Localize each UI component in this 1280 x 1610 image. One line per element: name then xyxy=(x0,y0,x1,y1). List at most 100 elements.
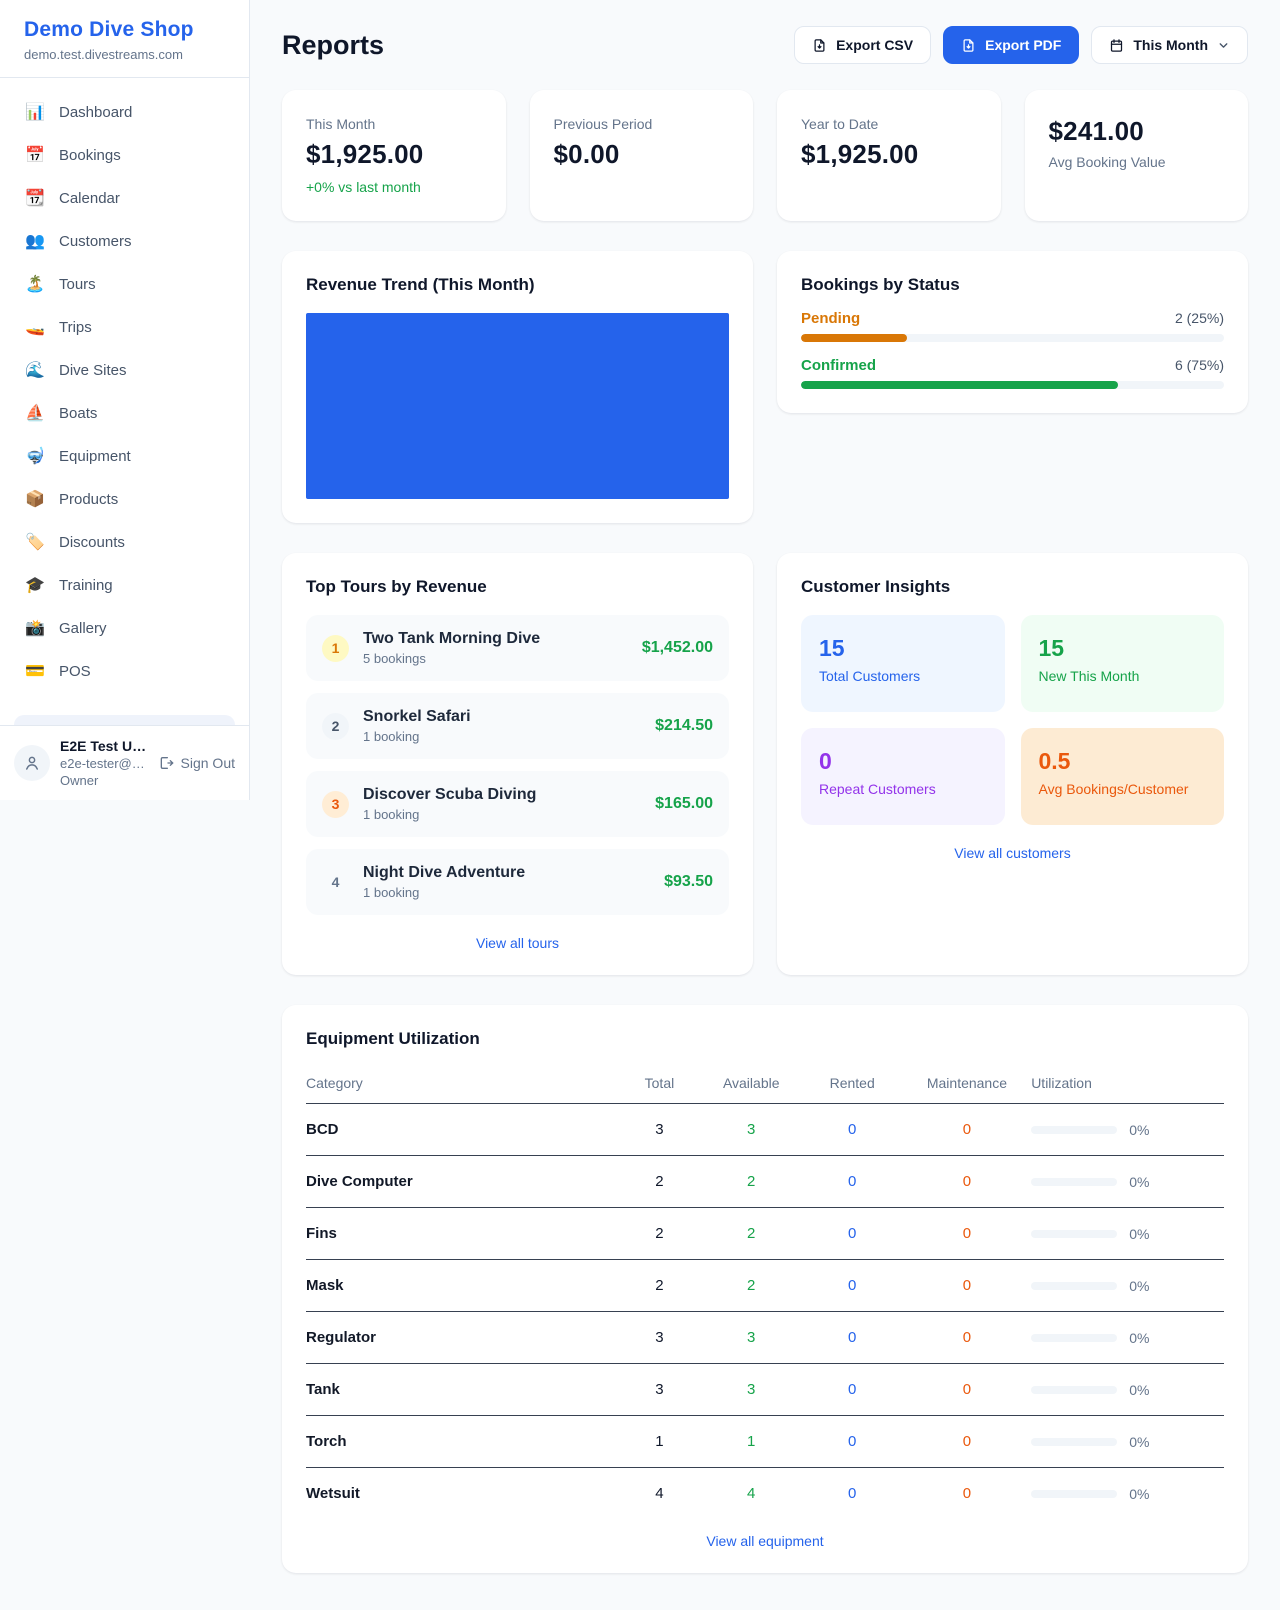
sidebar-item-trips[interactable]: 🚤 Trips xyxy=(12,309,237,345)
sidebar-item-tours[interactable]: 🏝️ Tours xyxy=(12,266,237,302)
sidebar-item-dashboard[interactable]: 📊 Dashboard xyxy=(12,94,237,130)
sidebar-nav: 📊 Dashboard 📅 Bookings 📆 Calendar 👥 Cust… xyxy=(0,78,249,725)
sidebar-item-bookings[interactable]: 📅 Bookings xyxy=(12,137,237,173)
products-icon: 📦 xyxy=(24,489,46,509)
status-bar-track xyxy=(801,334,1224,342)
sidebar-item-products[interactable]: 📦 Products xyxy=(12,481,237,517)
cell-rented: 0 xyxy=(802,1364,903,1416)
sidebar-item-label: Dive Sites xyxy=(59,362,127,379)
tours-icon: 🏝️ xyxy=(24,274,46,294)
stat-card-avg-booking-value: $241.00 Avg Booking Value xyxy=(1025,90,1249,221)
utilization-bar xyxy=(1031,1230,1117,1238)
cell-total: 3 xyxy=(618,1104,701,1156)
cell-rented: 0 xyxy=(802,1260,903,1312)
cell-available: 2 xyxy=(701,1208,802,1260)
cell-available: 3 xyxy=(701,1364,802,1416)
period-label: This Month xyxy=(1133,37,1208,53)
panel-title: Top Tours by Revenue xyxy=(306,577,729,597)
sign-out-button[interactable]: Sign Out xyxy=(158,755,235,771)
cell-category: Tank xyxy=(306,1364,618,1416)
export-pdf-button[interactable]: Export PDF xyxy=(943,26,1079,64)
sign-out-label: Sign Out xyxy=(181,755,235,771)
stat-card-previous-period: Previous Period $0.00 xyxy=(530,90,754,221)
stat-value: $1,925.00 xyxy=(306,139,482,170)
sidebar-item-equipment[interactable]: 🤿 Equipment xyxy=(12,438,237,474)
user-info: E2E Test U… e2e-tester@… Owner xyxy=(60,738,146,788)
sidebar-user-footer: E2E Test U… e2e-tester@… Owner Sign Out xyxy=(0,725,249,800)
rank-badge: 1 xyxy=(322,635,349,662)
insight-label: Avg Bookings/Customer xyxy=(1039,781,1207,797)
tour-name: Night Dive Adventure xyxy=(363,864,650,882)
sidebar-item-training[interactable]: 🎓 Training xyxy=(12,567,237,603)
page-header: Reports Export CSV Export PDF This Month xyxy=(282,26,1248,64)
insights-row: Top Tours by Revenue 1 Two Tank Morning … xyxy=(282,553,1248,975)
rank-badge: 4 xyxy=(322,869,349,896)
tour-row: 2 Snorkel Safari 1 booking $214.50 xyxy=(306,693,729,759)
status-count: 6 (75%) xyxy=(1175,357,1224,373)
tour-revenue: $93.50 xyxy=(664,873,713,891)
shop-domain: demo.test.divestreams.com xyxy=(24,47,225,62)
utilization-bar xyxy=(1031,1334,1117,1342)
trips-icon: 🚤 xyxy=(24,317,46,337)
sidebar-item-boats[interactable]: ⛵ Boats xyxy=(12,395,237,431)
export-csv-label: Export CSV xyxy=(836,37,913,53)
file-download-icon xyxy=(812,38,827,53)
table-row: Mask 2 2 0 0 0% xyxy=(306,1260,1224,1312)
boats-icon: ⛵ xyxy=(24,403,46,423)
sidebar-item-label: Products xyxy=(59,491,118,508)
tour-name: Snorkel Safari xyxy=(363,708,641,726)
table-row: Torch 1 1 0 0 0% xyxy=(306,1416,1224,1468)
equipment-table: Category Total Available Rented Maintena… xyxy=(306,1065,1224,1519)
sidebar-item-pos[interactable]: 💳 POS xyxy=(12,653,237,689)
column-header-rented: Rented xyxy=(802,1065,903,1104)
sidebar-item-reports-partial[interactable] xyxy=(14,715,235,725)
utilization-value: 0% xyxy=(1129,1434,1149,1450)
main-content: Reports Export CSV Export PDF This Month xyxy=(250,0,1280,1573)
sidebar-item-discounts[interactable]: 🏷️ Discounts xyxy=(12,524,237,560)
cell-rented: 0 xyxy=(802,1104,903,1156)
column-header-utilization: Utilization xyxy=(1031,1065,1224,1104)
export-csv-button[interactable]: Export CSV xyxy=(794,26,931,64)
view-all-equipment-link[interactable]: View all equipment xyxy=(306,1533,1224,1549)
bookings-icon: 📅 xyxy=(24,145,46,165)
view-all-customers-link[interactable]: View all customers xyxy=(801,845,1224,861)
table-row: Dive Computer 2 2 0 0 0% xyxy=(306,1156,1224,1208)
stat-value: $1,925.00 xyxy=(801,139,977,170)
dive-sites-icon: 🌊 xyxy=(24,360,46,380)
insight-value: 0.5 xyxy=(1039,748,1207,775)
stat-label: Avg Booking Value xyxy=(1049,154,1225,170)
tour-name: Two Tank Morning Dive xyxy=(363,630,628,648)
sidebar-item-gallery[interactable]: 📸 Gallery xyxy=(12,610,237,646)
cell-total: 4 xyxy=(618,1468,701,1520)
stat-value: $0.00 xyxy=(554,139,730,170)
panel-title: Customer Insights xyxy=(801,577,1224,597)
column-header-total: Total xyxy=(618,1065,701,1104)
status-row-confirmed: Confirmed 6 (75%) xyxy=(801,357,1224,389)
sidebar-item-customers[interactable]: 👥 Customers xyxy=(12,223,237,259)
cell-utilization: 0% xyxy=(1031,1104,1224,1156)
pos-icon: 💳 xyxy=(24,661,46,681)
cell-maintenance: 0 xyxy=(903,1416,1032,1468)
cell-utilization: 0% xyxy=(1031,1312,1224,1364)
user-role: Owner xyxy=(60,773,146,788)
sidebar-item-calendar[interactable]: 📆 Calendar xyxy=(12,180,237,216)
insight-value: 15 xyxy=(819,635,987,662)
sidebar-item-dive-sites[interactable]: 🌊 Dive Sites xyxy=(12,352,237,388)
cell-available: 3 xyxy=(701,1312,802,1364)
cell-maintenance: 0 xyxy=(903,1468,1032,1520)
cell-category: Dive Computer xyxy=(306,1156,618,1208)
table-header-row: Category Total Available Rented Maintena… xyxy=(306,1065,1224,1104)
person-icon xyxy=(23,754,41,772)
rank-badge: 3 xyxy=(322,791,349,818)
insight-total-customers: 15 Total Customers xyxy=(801,615,1005,712)
cell-rented: 0 xyxy=(802,1156,903,1208)
revenue-trend-panel: Revenue Trend (This Month) xyxy=(282,251,753,523)
tour-revenue: $214.50 xyxy=(655,717,713,735)
tour-revenue: $1,452.00 xyxy=(642,639,713,657)
period-dropdown[interactable]: This Month xyxy=(1091,26,1248,64)
view-all-tours-link[interactable]: View all tours xyxy=(306,935,729,951)
sidebar-header: Demo Dive Shop demo.test.divestreams.com xyxy=(0,0,249,78)
stat-value: $241.00 xyxy=(1049,116,1225,147)
table-row: Wetsuit 4 4 0 0 0% xyxy=(306,1468,1224,1520)
column-header-maintenance: Maintenance xyxy=(903,1065,1032,1104)
